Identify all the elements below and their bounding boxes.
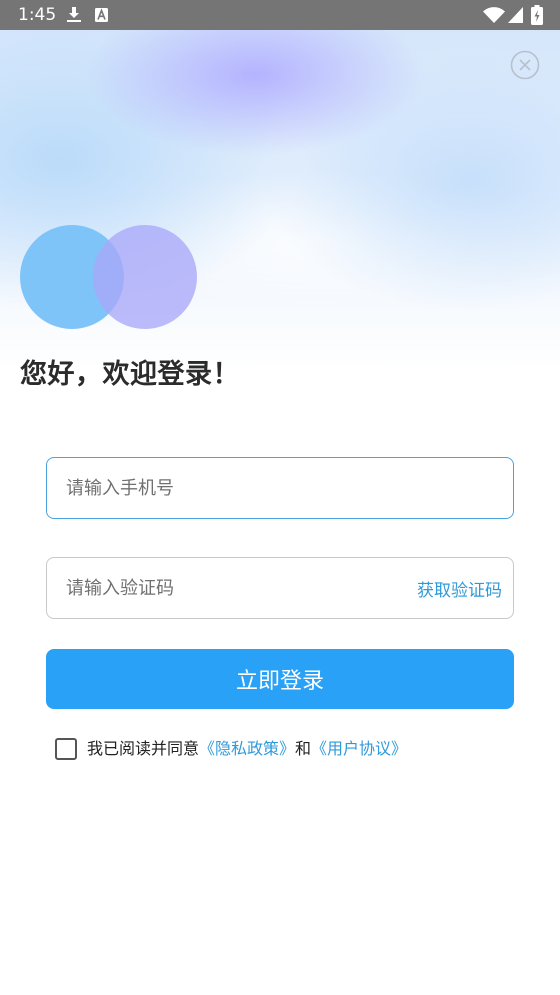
login-button[interactable]: 立即登录 bbox=[46, 649, 514, 709]
phone-field[interactable] bbox=[46, 457, 514, 519]
code-field[interactable]: 获取验证码 bbox=[46, 557, 514, 619]
logo-circle-purple bbox=[93, 225, 197, 329]
privacy-policy-link[interactable]: 《隐私政策》 bbox=[199, 739, 295, 758]
agreement-checkbox[interactable] bbox=[55, 738, 77, 760]
close-circle-icon bbox=[510, 50, 540, 80]
battery-charging-icon bbox=[531, 5, 543, 25]
code-input[interactable] bbox=[47, 558, 397, 618]
download-icon bbox=[67, 7, 81, 22]
page-title: 您好，欢迎登录！ bbox=[20, 359, 240, 390]
user-agreement-link[interactable]: 《用户协议》 bbox=[311, 739, 407, 758]
wifi-icon bbox=[483, 7, 505, 23]
status-bar: 1:45 bbox=[0, 0, 560, 30]
phone-input[interactable] bbox=[47, 458, 513, 518]
status-time: 1:45 bbox=[18, 5, 57, 25]
agreement-row: 我已阅读并同意《隐私政策》和《用户协议》 bbox=[55, 737, 515, 760]
agreement-conjunction: 和 bbox=[295, 739, 312, 758]
agreement-prefix: 我已阅读并同意 bbox=[87, 739, 200, 758]
a-notification-icon bbox=[95, 8, 108, 22]
close-button[interactable] bbox=[510, 50, 540, 80]
brand-logo bbox=[20, 225, 197, 329]
agreement-text: 我已阅读并同意《隐私政策》和《用户协议》 bbox=[87, 738, 407, 760]
get-code-button[interactable]: 获取验证码 bbox=[417, 558, 502, 618]
signal-icon bbox=[508, 7, 523, 23]
